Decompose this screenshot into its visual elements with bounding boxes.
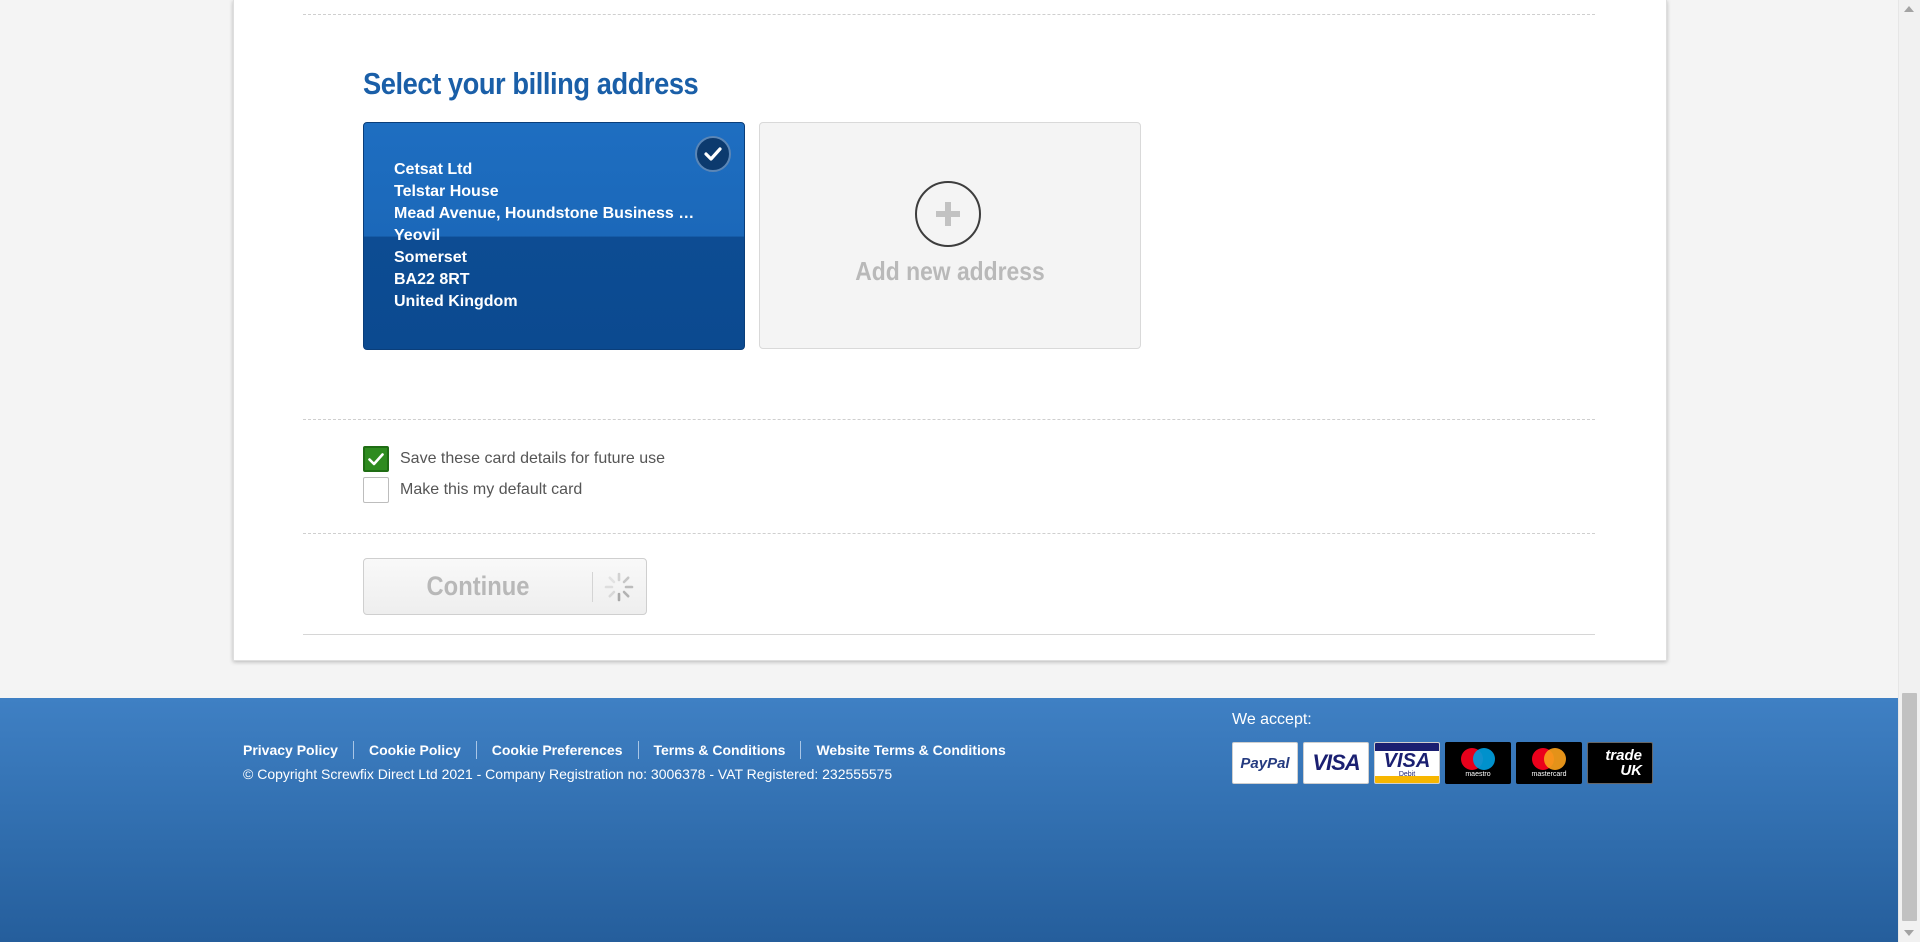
- section-divider: [303, 533, 1595, 534]
- copyright-text: © Copyright Screwfix Direct Ltd 2021 - C…: [243, 766, 893, 782]
- save-card-option[interactable]: Save these card details for future use: [363, 446, 665, 472]
- selected-address-card[interactable]: Cetsat Ltd Telstar House Mead Avenue, Ho…: [363, 122, 745, 350]
- address-line-building: Telstar House: [394, 183, 499, 200]
- we-accept-label: We accept:: [1232, 711, 1312, 728]
- terms-conditions-link[interactable]: Terms & Conditions: [637, 741, 801, 759]
- scroll-up-icon[interactable]: [1904, 6, 1914, 12]
- default-card-label: Make this my default card: [400, 481, 583, 498]
- plus-icon: [915, 181, 981, 247]
- cookie-preferences-link[interactable]: Cookie Preferences: [475, 741, 638, 759]
- privacy-policy-link[interactable]: Privacy Policy: [243, 741, 353, 759]
- save-card-label: Save these card details for future use: [400, 450, 666, 467]
- scroll-down-icon[interactable]: [1904, 930, 1914, 936]
- page-scrollbar[interactable]: [1898, 0, 1920, 942]
- visa-logo: VISA: [1303, 742, 1369, 784]
- trade-uk-logo: trade UK: [1587, 742, 1653, 784]
- mastercard-logo: mastercard: [1516, 742, 1582, 784]
- footer-links: Privacy Policy Cookie Policy Cookie Pref…: [243, 741, 1021, 759]
- site-footer: Privacy Policy Cookie Policy Cookie Pref…: [0, 698, 1898, 942]
- payment-logos: PayPal VISA VISA Debit maestro mastercar…: [1232, 742, 1658, 784]
- add-new-address-label: Add new address: [855, 256, 1045, 286]
- billing-address-heading: Select your billing address: [363, 66, 699, 101]
- visa-debit-logo: VISA Debit: [1374, 742, 1440, 784]
- default-card-checkbox[interactable]: [363, 477, 389, 503]
- cookie-policy-link[interactable]: Cookie Policy: [352, 741, 476, 759]
- continue-button-label: Continue: [426, 571, 530, 601]
- section-divider: [303, 419, 1595, 420]
- selected-check-icon: [695, 136, 731, 172]
- button-separator: [592, 571, 593, 602]
- address-line-town: Yeovil: [394, 227, 441, 244]
- website-terms-link[interactable]: Website Terms & Conditions: [800, 741, 1020, 759]
- address-line-company: Cetsat Ltd: [394, 161, 473, 178]
- maestro-logo: maestro: [1445, 742, 1511, 784]
- paypal-logo: PayPal: [1232, 742, 1298, 784]
- add-new-address-button[interactable]: Add new address: [759, 122, 1141, 349]
- address-line-postcode: BA22 8RT: [394, 271, 470, 288]
- loading-spinner-icon: [604, 572, 634, 601]
- address-line-county: Somerset: [394, 249, 467, 266]
- address-line-street: Mead Avenue, Houndstone Business …: [394, 205, 695, 222]
- address-lines: Cetsat Ltd Telstar House Mead Avenue, Ho…: [394, 159, 714, 313]
- section-divider: [303, 14, 1595, 15]
- address-line-country: United Kingdom: [394, 293, 518, 310]
- section-divider: [303, 634, 1595, 635]
- scrollbar-thumb[interactable]: [1902, 693, 1917, 921]
- default-card-option[interactable]: Make this my default card: [363, 477, 582, 503]
- continue-button[interactable]: Continue: [363, 558, 647, 615]
- save-card-checkbox[interactable]: [363, 446, 389, 472]
